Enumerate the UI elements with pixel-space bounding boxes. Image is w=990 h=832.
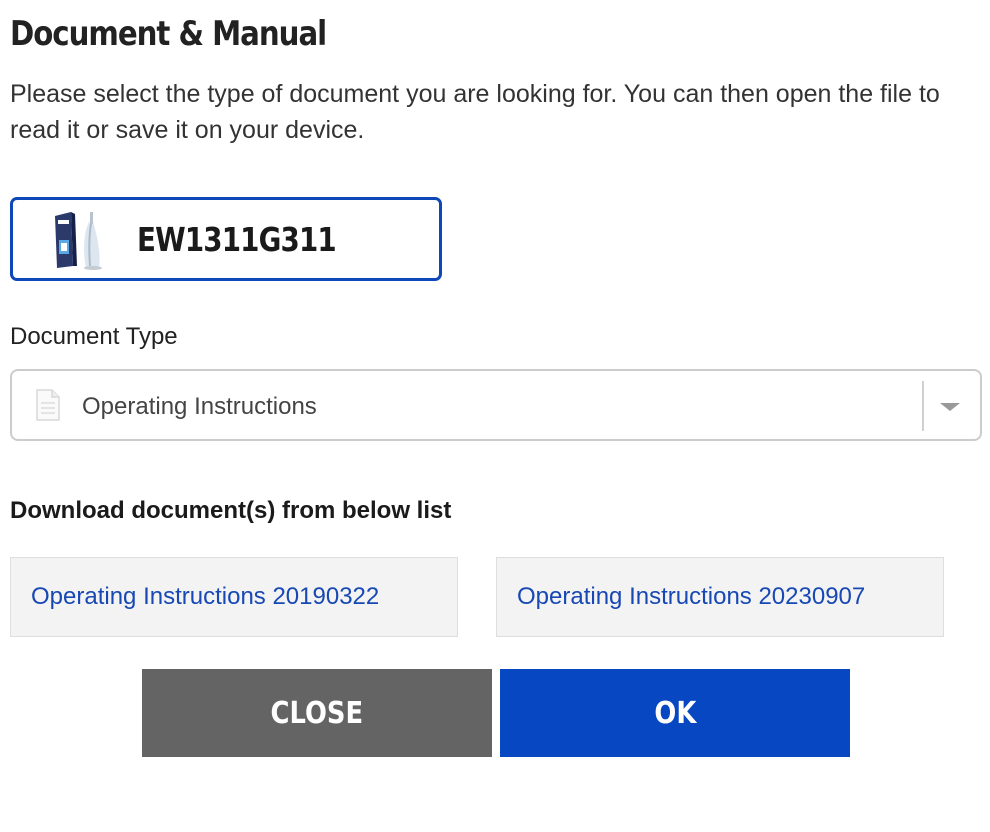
document-icon — [36, 389, 60, 421]
close-button-label: CLOSE — [270, 695, 364, 731]
document-type-select[interactable]: Operating Instructions — [10, 369, 982, 441]
chevron-down-icon[interactable] — [940, 403, 960, 411]
download-list-heading: Download document(s) from below list — [10, 497, 452, 524]
download-link-20190322[interactable]: Operating Instructions 20190322 — [10, 557, 458, 637]
document-type-value: Operating Instructions — [82, 393, 317, 420]
document-manual-dialog: Document & Manual Please select the type… — [0, 0, 990, 832]
product-card[interactable]: EW1311G311 — [10, 197, 442, 281]
ok-button[interactable]: OK — [500, 669, 850, 757]
document-type-label: Document Type — [10, 323, 178, 350]
close-button[interactable]: CLOSE — [142, 669, 492, 757]
dialog-description: Please select the type of document you a… — [10, 80, 940, 144]
product-box-icon — [55, 212, 102, 270]
ok-button-label: OK — [654, 695, 696, 731]
dialog-title: Document & Manual — [10, 14, 327, 54]
select-divider — [922, 381, 924, 431]
product-model: EW1311G311 — [137, 220, 337, 259]
download-link-20230907[interactable]: Operating Instructions 20230907 — [496, 557, 944, 637]
